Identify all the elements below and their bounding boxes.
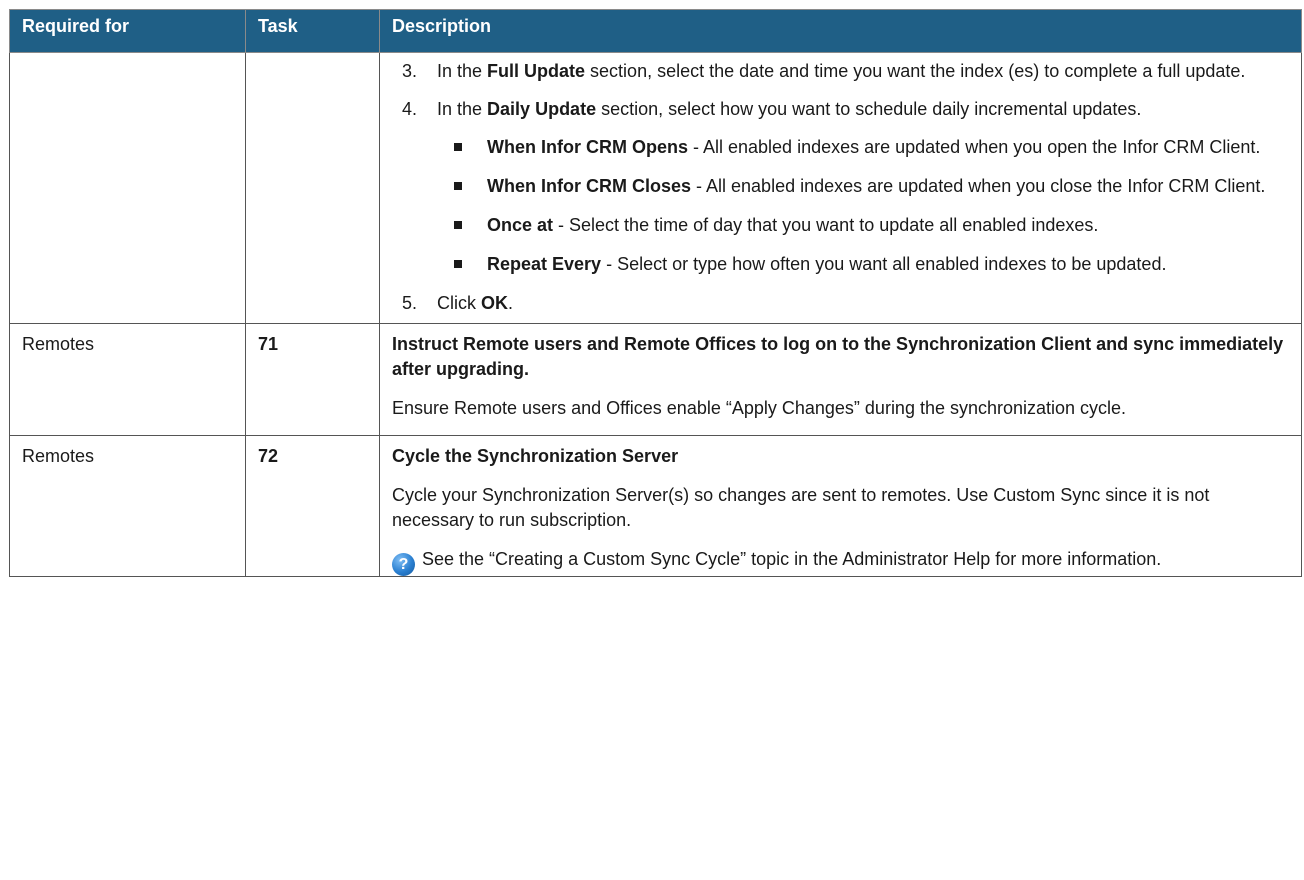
table-header-row: Required for Task Description <box>9 9 1302 53</box>
step-item: 4. In the Daily Update section, select h… <box>402 97 1289 122</box>
step-item: 3. In the Full Update section, select th… <box>402 59 1289 84</box>
required-for-cell <box>9 52 246 324</box>
header-required-for: Required for <box>9 9 246 53</box>
table-row-72: Remotes 72 Cycle the Synchronization Ser… <box>9 435 1302 577</box>
task-body: Ensure Remote users and Offices enable “… <box>392 398 1127 418</box>
square-bullet-icon <box>454 221 462 229</box>
step-text-bold: Daily Update <box>487 99 597 119</box>
bullet-text: - Select or type how often you want all … <box>601 254 1167 274</box>
bullet-item: When Infor CRM Opens - All enabled index… <box>452 135 1289 160</box>
step-item: 5. Click OK. <box>402 291 1289 316</box>
task-number-cell: 71 <box>245 323 380 436</box>
bullet-item: Once at - Select the time of day that yo… <box>452 213 1289 238</box>
task-title: Cycle the Synchronization Server <box>392 446 679 466</box>
help-note-text: See the “Creating a Custom Sync Cycle” t… <box>417 549 1162 569</box>
required-for-cell: Remotes <box>9 323 246 436</box>
bullet-text: - All enabled indexes are updated when y… <box>688 137 1261 157</box>
description-cell: 3. In the Full Update section, select th… <box>379 52 1302 324</box>
step-text-post: . <box>508 293 514 313</box>
description-cell: Instruct Remote users and Remote Offices… <box>379 323 1302 436</box>
square-bullet-icon <box>454 182 462 190</box>
step-text-pre: In the <box>437 61 488 81</box>
step-text-post: section, select how you want to schedule… <box>596 99 1142 119</box>
help-note: ? See the “Creating a Custom Sync Cycle”… <box>392 547 1289 576</box>
bullet-text: - Select the time of day that you want t… <box>553 215 1099 235</box>
task-number-cell: 72 <box>245 435 380 577</box>
bullet-text-bold: When Infor CRM Closes <box>487 176 692 196</box>
bullet-text: - All enabled indexes are updated when y… <box>691 176 1266 196</box>
step-number: 5. <box>402 293 418 313</box>
task-title: Instruct Remote users and Remote Offices… <box>392 334 1284 379</box>
header-description: Description <box>379 9 1302 53</box>
bullet-item: When Infor CRM Closes - All enabled inde… <box>452 174 1289 199</box>
help-question-icon: ? <box>392 553 415 576</box>
required-for-cell: Remotes <box>9 435 246 577</box>
bullet-text-bold: Repeat Every <box>487 254 602 274</box>
step-text-bold: OK <box>481 293 508 313</box>
step-number: 3. <box>402 61 418 81</box>
description-cell: Cycle the Synchronization Server Cycle y… <box>379 435 1302 577</box>
square-bullet-icon <box>454 260 462 268</box>
table-row-71: Remotes 71 Instruct Remote users and Rem… <box>9 323 1302 436</box>
upgrade-tasks-table: Required for Task Description 3. In the … <box>9 9 1302 577</box>
task-body: Cycle your Synchronization Server(s) so … <box>392 485 1210 530</box>
step-number: 4. <box>402 99 418 119</box>
step-text-pre: In the <box>437 99 488 119</box>
step-text-pre: Click <box>437 293 481 313</box>
table-row-continued: 3. In the Full Update section, select th… <box>9 52 1302 324</box>
bullet-text-bold: When Infor CRM Opens <box>487 137 688 157</box>
task-cell <box>245 52 380 324</box>
step-text-bold: Full Update <box>487 61 586 81</box>
header-task: Task <box>245 9 380 53</box>
square-bullet-icon <box>454 143 462 151</box>
bullet-text-bold: Once at <box>487 215 554 235</box>
step-text-post: section, select the date and time you wa… <box>585 61 1246 81</box>
bullet-item: Repeat Every - Select or type how often … <box>452 252 1289 277</box>
